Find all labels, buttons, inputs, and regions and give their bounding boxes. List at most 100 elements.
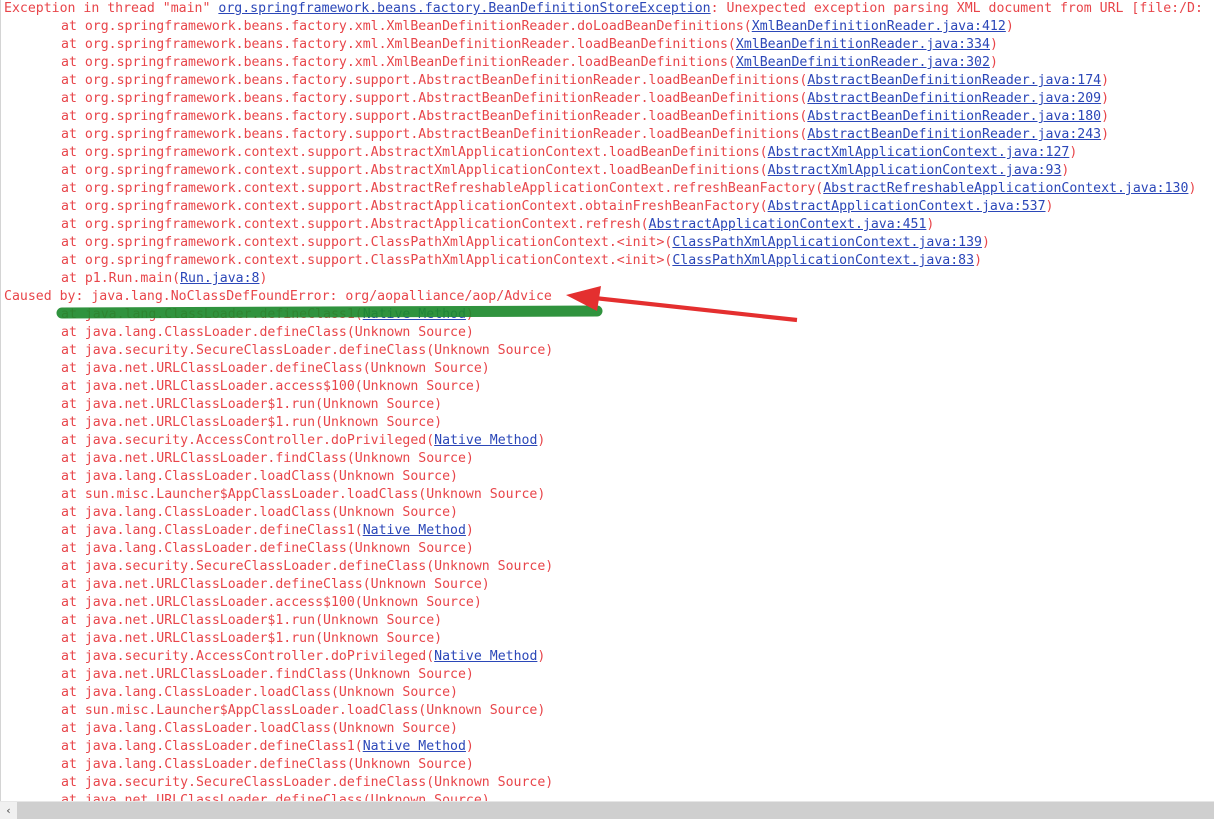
stack-trace-line: at java.lang.ClassLoader.loadClass(Unkno… [1, 720, 1214, 738]
stack-trace-line: at java.lang.ClassLoader.loadClass(Unkno… [1, 504, 1214, 522]
trace-text: ) [1101, 109, 1110, 124]
trace-text: at java.net.URLClassLoader.defineClass(U… [61, 361, 490, 376]
stack-trace-line: at org.springframework.beans.factory.xml… [1, 36, 1214, 54]
source-link[interactable]: AbstractBeanDefinitionReader.java:174 [807, 73, 1101, 88]
trace-text: at org.springframework.context.support.C… [61, 235, 673, 250]
trace-text: ) [1061, 163, 1070, 178]
trace-text: at org.springframework.context.support.A… [61, 181, 824, 196]
scroll-left-arrow-icon[interactable]: ‹ [0, 802, 17, 819]
source-link[interactable]: ClassPathXmlApplicationContext.java:139 [672, 235, 982, 250]
trace-text: at java.net.URLClassLoader.access$100(Un… [61, 379, 482, 394]
source-link[interactable]: ClassPathXmlApplicationContext.java:83 [672, 253, 974, 268]
stack-trace-line: at org.springframework.beans.factory.sup… [1, 90, 1214, 108]
trace-text: at org.springframework.beans.factory.xml… [61, 55, 736, 70]
stack-trace-line: at java.lang.ClassLoader.defineClass1(Na… [1, 522, 1214, 540]
trace-text: ) [989, 55, 998, 70]
stack-trace-line: at java.net.URLClassLoader.defineClass(U… [1, 576, 1214, 594]
source-link[interactable]: AbstractXmlApplicationContext.java:93 [768, 163, 1062, 178]
horizontal-scrollbar[interactable]: ‹ [0, 801, 1214, 819]
stack-trace-output[interactable]: Exception in thread "main" org.springfra… [1, 0, 1214, 801]
trace-text: at java.net.URLClassLoader.access$100(Un… [61, 595, 482, 610]
stack-trace-line: at java.security.SecureClassLoader.defin… [1, 558, 1214, 576]
trace-text: at sun.misc.Launcher$AppClassLoader.load… [61, 703, 546, 718]
stack-trace-line: at java.security.AccessController.doPriv… [1, 648, 1214, 666]
source-link[interactable]: Run.java:8 [180, 271, 259, 286]
source-link[interactable]: org.springframework.beans.factory.BeanDe… [218, 1, 710, 16]
trace-text: ) [465, 523, 474, 538]
trace-text: ) [537, 649, 546, 664]
trace-text: at org.springframework.beans.factory.sup… [61, 127, 808, 142]
stack-trace-line: at java.lang.ClassLoader.loadClass(Unkno… [1, 468, 1214, 486]
stack-trace-line: at org.springframework.context.support.A… [1, 198, 1214, 216]
trace-text: at org.springframework.beans.factory.sup… [61, 73, 808, 88]
source-link[interactable]: Native Method [363, 739, 466, 754]
source-link[interactable]: AbstractApplicationContext.java:537 [768, 199, 1046, 214]
trace-text: at java.lang.ClassLoader.defineClass(Unk… [61, 541, 474, 556]
trace-text: at org.springframework.context.support.A… [61, 163, 768, 178]
source-link[interactable]: AbstractBeanDefinitionReader.java:180 [807, 109, 1101, 124]
stack-trace-line: at org.springframework.beans.factory.sup… [1, 72, 1214, 90]
source-link[interactable]: Native Method [363, 523, 466, 538]
source-link[interactable]: XmlBeanDefinitionReader.java:412 [752, 19, 1006, 34]
source-link[interactable]: AbstractBeanDefinitionReader.java:209 [807, 91, 1101, 106]
stack-trace-line: at java.net.URLClassLoader$1.run(Unknown… [1, 396, 1214, 414]
source-link[interactable]: Native Method [434, 649, 537, 664]
trace-text: at java.net.URLClassLoader.defineClass(U… [61, 793, 490, 801]
stack-trace-line: at java.security.AccessController.doPriv… [1, 432, 1214, 450]
stack-trace-line: at p1.Run.main(Run.java:8) [1, 270, 1214, 288]
trace-text: ) [989, 37, 998, 52]
trace-text: at java.net.URLClassLoader.findClass(Unk… [61, 667, 474, 682]
source-link[interactable]: XmlBeanDefinitionReader.java:302 [736, 55, 990, 70]
trace-text: at java.security.AccessController.doPriv… [61, 433, 435, 448]
stack-trace-line: Exception in thread "main" org.springfra… [1, 0, 1214, 18]
trace-text: ) [465, 739, 474, 754]
trace-text: at java.security.SecureClassLoader.defin… [61, 343, 554, 358]
trace-text: at java.net.URLClassLoader$1.run(Unknown… [61, 397, 443, 412]
trace-text: Exception in thread "main" [4, 1, 219, 16]
source-link[interactable]: AbstractRefreshableApplicationContext.ja… [823, 181, 1188, 196]
trace-text: at java.lang.ClassLoader.defineClass1( [61, 739, 363, 754]
stack-trace-line: at org.springframework.beans.factory.sup… [1, 108, 1214, 126]
stack-trace-line: at java.net.URLClassLoader.access$100(Un… [1, 594, 1214, 612]
stack-trace-line: at java.security.SecureClassLoader.defin… [1, 342, 1214, 360]
stack-trace-line: at java.lang.ClassLoader.defineClass1(Na… [1, 306, 1214, 324]
source-link[interactable]: AbstractApplicationContext.java:451 [649, 217, 927, 232]
trace-text: Caused by: java.lang.NoClassDefFoundErro… [4, 289, 552, 304]
stack-trace-line: at org.springframework.context.support.A… [1, 162, 1214, 180]
scrollbar-track[interactable] [17, 802, 1214, 819]
trace-text: at org.springframework.beans.factory.sup… [61, 109, 808, 124]
source-link[interactable]: AbstractXmlApplicationContext.java:127 [768, 145, 1070, 160]
source-link[interactable]: Native Method [363, 307, 466, 322]
trace-text: at org.springframework.context.support.A… [61, 217, 649, 232]
console-view: Exception in thread "main" org.springfra… [0, 0, 1214, 819]
stack-trace-line: at org.springframework.context.support.C… [1, 234, 1214, 252]
trace-text: : Unexpected exception parsing XML docum… [710, 1, 1203, 16]
trace-text: at java.net.URLClassLoader$1.run(Unknown… [61, 415, 443, 430]
stack-trace-line: at org.springframework.beans.factory.sup… [1, 126, 1214, 144]
stack-trace-line: at java.net.URLClassLoader$1.run(Unknown… [1, 414, 1214, 432]
stack-trace-line: at java.net.URLClassLoader$1.run(Unknown… [1, 630, 1214, 648]
trace-text: at java.lang.ClassLoader.defineClass(Unk… [61, 757, 474, 772]
stack-trace-line: at java.net.URLClassLoader.findClass(Unk… [1, 666, 1214, 684]
trace-text: ) [1101, 91, 1110, 106]
trace-text: at java.lang.ClassLoader.defineClass(Unk… [61, 325, 474, 340]
trace-text: ) [1045, 199, 1054, 214]
stack-trace-line: at java.lang.ClassLoader.defineClass(Unk… [1, 540, 1214, 558]
trace-text: at org.springframework.context.support.A… [61, 199, 768, 214]
stack-trace-line: at java.lang.ClassLoader.defineClass(Unk… [1, 756, 1214, 774]
stack-trace-line: Caused by: java.lang.NoClassDefFoundErro… [1, 288, 1214, 306]
trace-text: ) [974, 253, 983, 268]
trace-text: ) [537, 433, 546, 448]
trace-text: at p1.Run.main( [61, 271, 181, 286]
source-link[interactable]: AbstractBeanDefinitionReader.java:243 [807, 127, 1101, 142]
trace-text: at org.springframework.context.support.A… [61, 145, 768, 160]
stack-trace-line: at java.lang.ClassLoader.defineClass1(Na… [1, 738, 1214, 756]
stack-trace-line: at org.springframework.beans.factory.xml… [1, 18, 1214, 36]
trace-text: at java.lang.ClassLoader.defineClass1( [61, 307, 363, 322]
source-link[interactable]: Native Method [434, 433, 537, 448]
trace-text: at java.net.URLClassLoader.defineClass(U… [61, 577, 490, 592]
source-link[interactable]: XmlBeanDefinitionReader.java:334 [736, 37, 990, 52]
trace-text: at java.lang.ClassLoader.loadClass(Unkno… [61, 505, 458, 520]
stack-trace-line: at java.lang.ClassLoader.defineClass(Unk… [1, 324, 1214, 342]
trace-text: at java.net.URLClassLoader$1.run(Unknown… [61, 631, 443, 646]
